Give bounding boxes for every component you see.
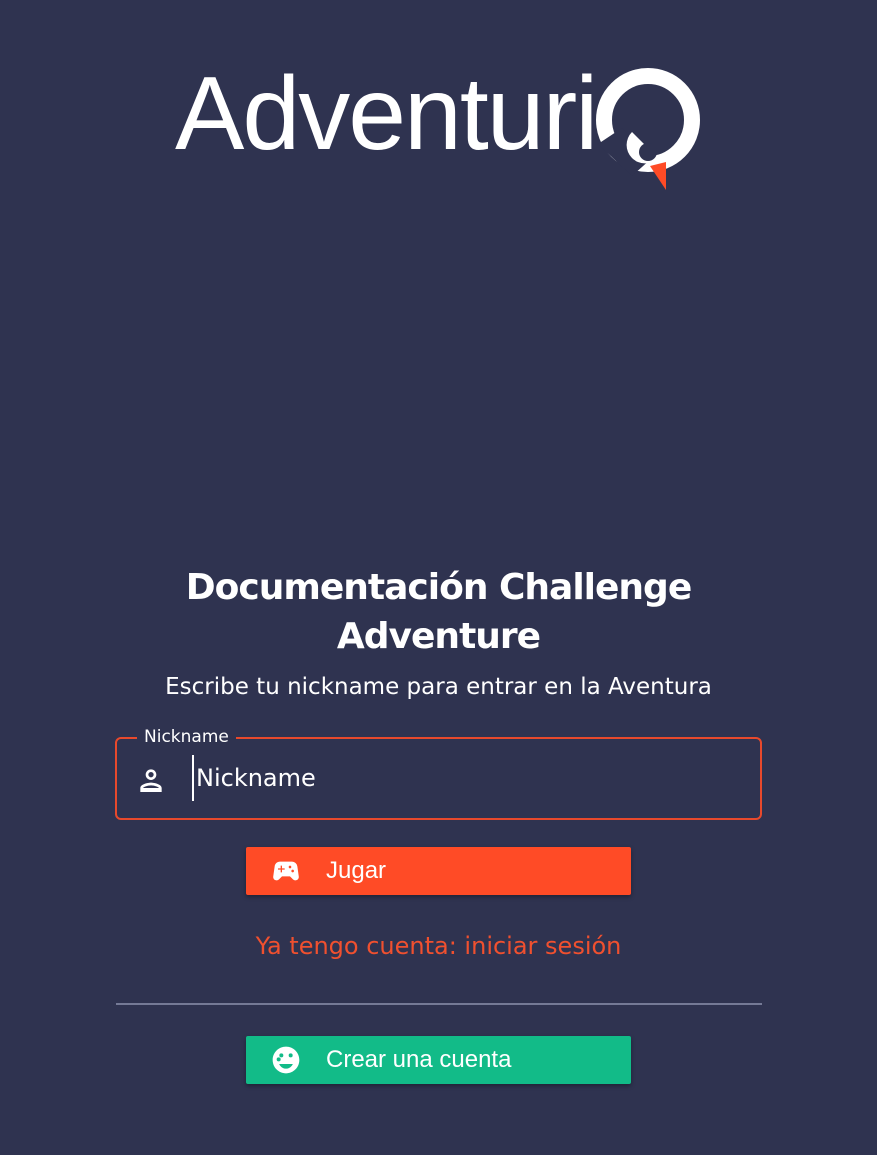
person-icon: [140, 769, 162, 792]
divider: [116, 1003, 762, 1005]
page-subtitle: Escribe tu nickname para entrar en la Av…: [165, 674, 712, 700]
login-link[interactable]: Ya tengo cuenta: iniciar sesión: [0, 929, 877, 963]
brand-logo-mark: [596, 68, 700, 190]
play-button[interactable]: Jugar: [246, 847, 631, 895]
create-account-button-label: Crear una cuenta: [326, 1046, 512, 1073]
create-account-button[interactable]: Crear una cuenta: [246, 1036, 631, 1084]
nickname-input[interactable]: [192, 755, 736, 801]
brand-wordmark: Adventuri: [175, 56, 598, 172]
face-icon: [272, 1046, 300, 1074]
gamepad-icon: [273, 861, 299, 881]
nickname-field-label: Nickname: [137, 726, 236, 748]
play-button-label: Jugar: [326, 857, 387, 884]
page-title: Documentación Challenge Adventure: [185, 567, 692, 657]
nickname-field[interactable]: Nickname: [115, 726, 762, 820]
